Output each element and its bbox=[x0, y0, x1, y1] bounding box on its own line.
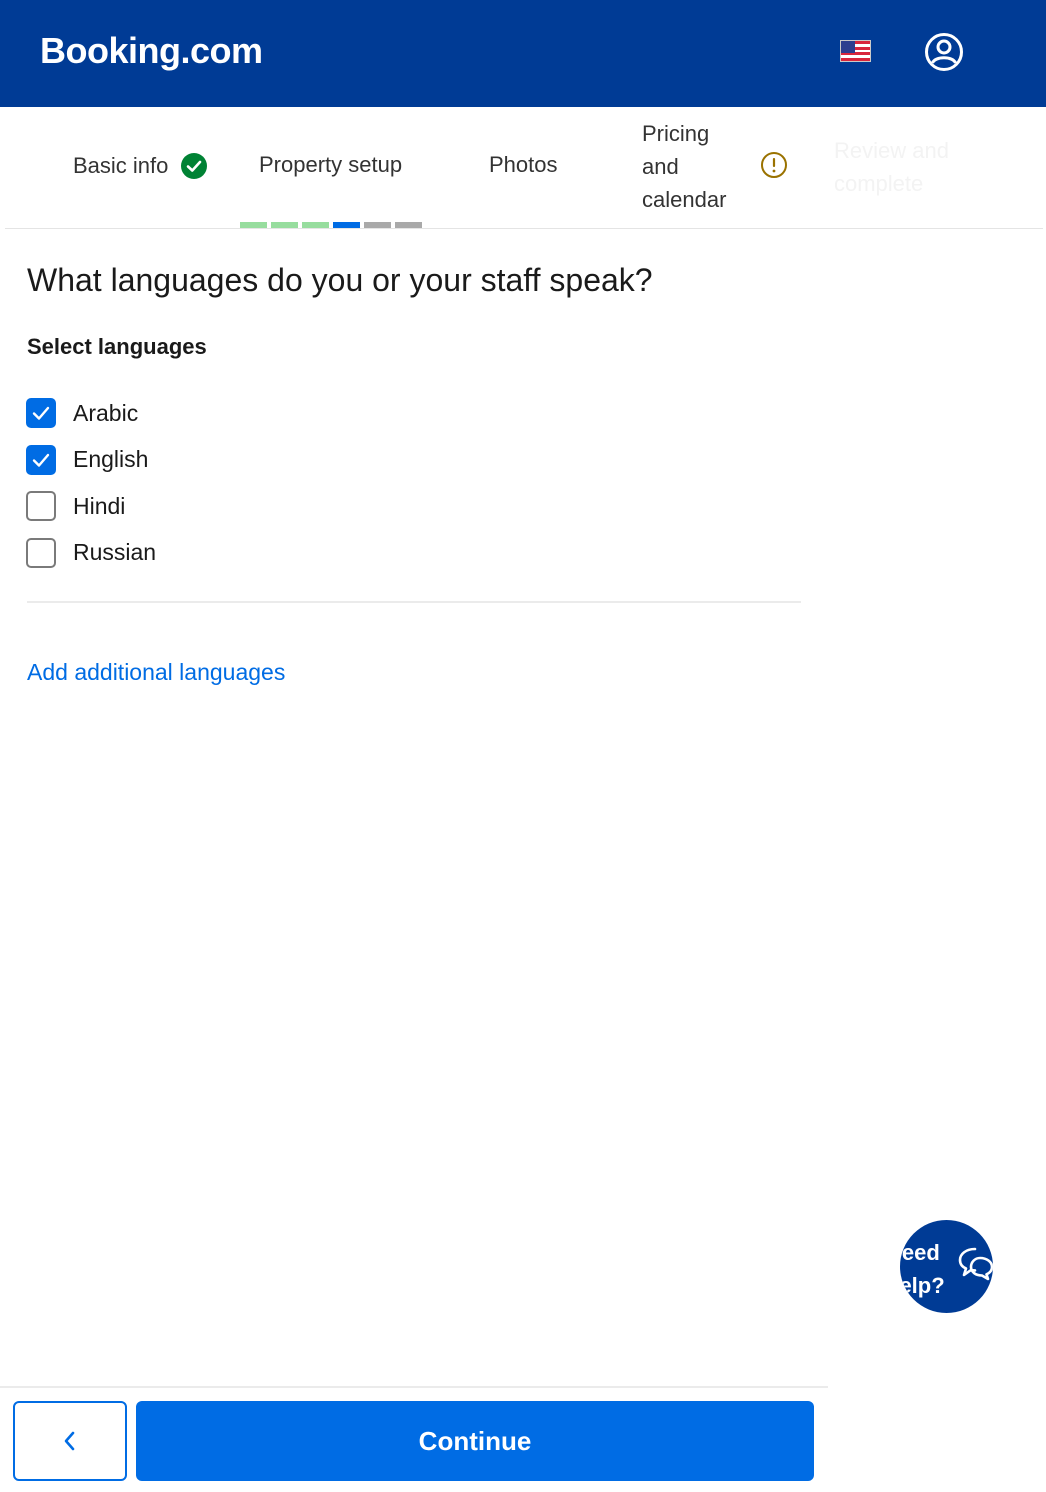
language-label: English bbox=[73, 446, 149, 473]
language-option-arabic[interactable]: Arabic bbox=[26, 390, 156, 437]
step-label: Basic info bbox=[73, 153, 169, 178]
warning-icon bbox=[761, 152, 787, 178]
top-bar: Booking.com bbox=[0, 0, 1046, 107]
add-additional-languages-link[interactable]: Add additional languages bbox=[27, 659, 285, 686]
checkmark-icon bbox=[32, 453, 50, 467]
help-text: Need help? bbox=[900, 1236, 956, 1302]
step-photos[interactable]: Photos bbox=[489, 152, 558, 178]
russian-checkbox[interactable] bbox=[26, 537, 56, 568]
us-flag-icon[interactable] bbox=[840, 40, 871, 62]
user-circle-icon[interactable] bbox=[924, 32, 964, 72]
language-option-hindi[interactable]: Hindi bbox=[26, 483, 156, 530]
step-pricing-calendar[interactable]: Pricing and calendar bbox=[642, 117, 742, 216]
help-text-line1: Need bbox=[900, 1240, 940, 1265]
step-review-complete: Review and complete bbox=[834, 138, 949, 196]
language-option-russian[interactable]: Russian bbox=[26, 530, 156, 577]
language-list: Arabic English Hindi Russian bbox=[26, 390, 156, 576]
footer-divider bbox=[0, 1386, 828, 1388]
chat-bubbles-icon bbox=[958, 1247, 993, 1281]
steps-divider bbox=[5, 228, 1043, 229]
checkmark-icon bbox=[32, 407, 50, 420]
page-question: What languages do you or your staff spea… bbox=[27, 262, 653, 298]
step-basic-info[interactable]: Basic info bbox=[73, 152, 208, 180]
check-circle-icon bbox=[181, 153, 208, 179]
back-button[interactable] bbox=[13, 1401, 127, 1481]
language-label: Russian bbox=[73, 539, 157, 566]
booking-logo[interactable]: Booking.com bbox=[40, 30, 263, 72]
need-help-button[interactable]: Need help? bbox=[900, 1220, 993, 1313]
help-text-line2: help? bbox=[900, 1273, 945, 1298]
step-tabs: Basic info Property setup Photos Pricing… bbox=[0, 107, 1046, 229]
arabic-checkbox[interactable] bbox=[26, 398, 56, 429]
section-divider bbox=[27, 601, 801, 603]
step-property-setup[interactable]: Property setup bbox=[259, 152, 402, 178]
select-languages-label: Select languages bbox=[27, 334, 207, 359]
language-option-english[interactable]: English bbox=[26, 437, 156, 484]
chevron-left-icon bbox=[64, 1431, 75, 1451]
language-label: Arabic bbox=[73, 399, 139, 426]
english-checkbox[interactable] bbox=[26, 444, 56, 475]
continue-button[interactable]: Continue bbox=[136, 1401, 814, 1481]
hindi-checkbox[interactable] bbox=[26, 491, 56, 522]
language-label: Hindi bbox=[73, 492, 126, 519]
